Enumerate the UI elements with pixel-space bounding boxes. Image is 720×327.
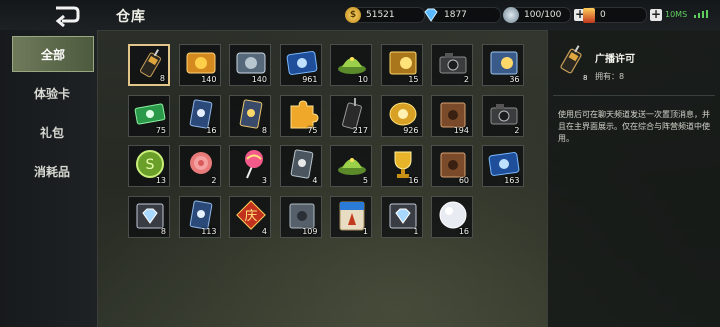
inventory-slot[interactable]: 36 [481,44,524,86]
inventory-slot[interactable]: 10 [330,44,372,86]
item-quantity: 2 [514,125,520,135]
item-quantity: 3 [261,176,267,185]
detail-item-name: 广播许可 [595,54,635,65]
item-quantity: 16 [408,176,419,185]
item-grid: 8 140 140 961 10 15 2 36 75 16 8 75 217 926 194 2 S 13 2 3 4… [128,44,528,244]
item-quantity: 1 [362,226,368,236]
top-bar: 仓库 $ 51521 1877 100/100 + 0 + 10MS [0,0,720,31]
inventory-slot[interactable]: 75 [128,94,170,137]
diamond-counter: 1877 [423,7,501,23]
signal-icon [694,10,708,18]
inventory-slot[interactable]: 16 [431,195,473,238]
item-quantity: 8 [261,125,267,135]
item-quantity: 8 [160,226,166,236]
detail-description: 使用后可在聊天频道发送一次置顶消息，并且在主界面展示。仅在综合与阵营频道中使用。 [558,110,710,143]
item-quantity: 2 [211,176,217,185]
item-quantity: 140 [201,75,217,84]
item-quantity: 113 [201,226,217,236]
energy-counter: 100/100 + [503,7,586,23]
gold-value: 51521 [351,7,425,23]
item-quantity: 60 [458,176,469,185]
tab-trial-card[interactable]: 体验卡 [12,76,92,110]
inventory-slot[interactable]: 60 [431,145,473,187]
page-title: 仓库 [116,9,146,25]
inventory-slot[interactable]: 140 [178,44,221,86]
inventory-slot[interactable]: 140 [229,44,271,86]
inventory-slot[interactable]: 217 [330,94,372,137]
latency-label: 10MS [665,10,688,19]
gold-counter: $ 51521 [345,7,425,23]
item-quantity: 13 [155,176,166,185]
detail-divider [553,95,715,96]
gold-coin-icon: $ [345,7,361,23]
inventory-slot[interactable]: 1 [330,195,372,238]
item-quantity: 75 [155,125,166,135]
item-quantity: 4 [312,176,318,185]
inventory-slot[interactable]: 5 [330,145,372,187]
inventory-slot[interactable]: 163 [481,145,524,187]
ticket-counter: 0 + [583,7,662,23]
item-quantity: 5 [362,176,368,185]
inventory-slot[interactable]: 8 [128,44,170,86]
svg-text:S: S [146,157,155,173]
energy-icon [503,7,519,23]
back-icon[interactable] [50,3,82,27]
item-quantity: 194 [453,125,469,135]
diamond-icon [423,7,439,23]
item-quantity: 926 [403,125,419,135]
inventory-slot[interactable]: 2 [481,94,524,137]
inventory-slot[interactable]: 113 [178,195,221,238]
category-nav: 全部 体验卡 礼包 消耗品 [0,30,98,327]
radio-icon [560,45,582,74]
item-quantity: 15 [408,75,419,84]
ticket-icon [583,7,595,23]
inventory-slot[interactable]: 16 [380,145,423,187]
svg-text:庆: 庆 [244,209,257,224]
item-quantity: 109 [302,226,318,236]
inventory-slot[interactable]: 4 [279,145,322,187]
tab-all[interactable]: 全部 [12,36,94,72]
detail-owned: 拥有：8 [595,72,625,81]
inventory-slot[interactable]: 926 [380,94,423,137]
inventory-slot[interactable]: 1 [380,195,423,238]
diamond-value: 1877 [429,7,501,23]
item-quantity: 8 [159,74,165,83]
inventory-slot[interactable]: 庆4 [229,195,271,238]
inventory-slot[interactable]: 8 [128,195,170,238]
inventory-slot[interactable]: S 13 [128,145,170,187]
item-quantity: 16 [206,125,217,135]
add-ticket-button[interactable]: + [650,8,662,21]
item-quantity: 2 [463,75,469,84]
inventory-slot[interactable]: 961 [279,44,322,86]
inventory-slot[interactable]: 8 [229,94,271,137]
item-quantity: 961 [302,75,318,84]
tab-gift-pack[interactable]: 礼包 [12,115,92,149]
inventory-slot[interactable]: 2 [431,44,473,86]
item-quantity: 16 [458,226,469,236]
inventory-slot[interactable]: 16 [178,94,221,137]
detail-quantity: 8 [583,74,588,82]
tab-consumables[interactable]: 消耗品 [12,154,92,188]
item-quantity: 10 [357,75,368,84]
inventory-slot[interactable]: 75 [279,94,322,137]
inventory-slot[interactable]: 15 [380,44,423,86]
item-quantity: 36 [509,75,520,84]
inventory-slot[interactable]: 109 [279,195,322,238]
item-quantity: 4 [261,226,267,236]
item-quantity: 1 [413,226,419,236]
inventory-slot[interactable]: 194 [431,94,473,137]
item-quantity: 217 [352,125,368,135]
inventory-slot[interactable]: 2 [178,145,221,187]
item-quantity: 75 [307,125,318,135]
item-quantity: 163 [504,176,520,185]
item-quantity: 140 [251,75,267,84]
inventory-slot[interactable]: 3 [229,145,271,187]
